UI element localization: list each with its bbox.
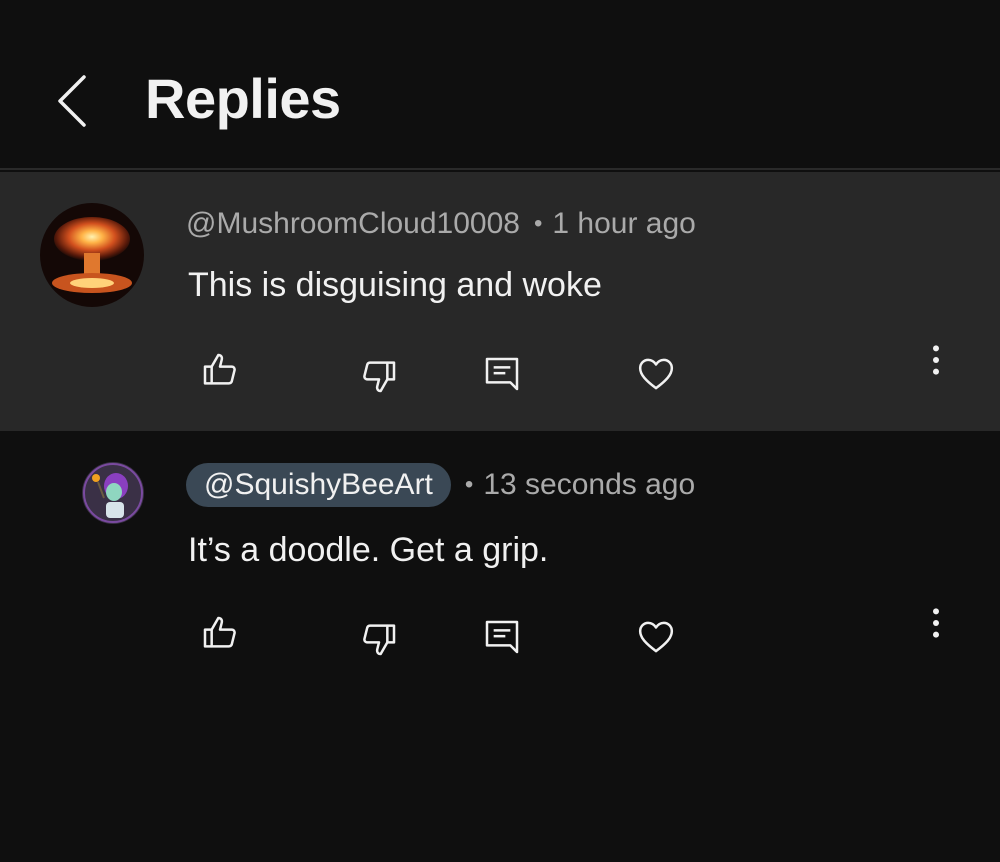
back-button[interactable] [48, 70, 96, 132]
comment-author-chip[interactable]: @SquishyBeeArt [186, 463, 451, 507]
separator-dot: • [533, 210, 543, 237]
comment-author[interactable]: @MushroomCloud10008 [186, 207, 520, 241]
page-title: Replies [145, 67, 341, 130]
thumbs-up-icon [203, 616, 236, 648]
comment-timestamp: 13 seconds ago [483, 468, 696, 501]
header-bar: Replies [0, 0, 1000, 170]
reply-comment-icon [485, 357, 519, 391]
comment-actions [0, 607, 1000, 667]
more-options-button[interactable] [910, 334, 962, 386]
reply-comment-icon [485, 620, 519, 654]
more-vertical-icon [933, 608, 939, 638]
mushroom-cloud-avatar[interactable] [40, 203, 144, 307]
heart-icon [638, 358, 674, 390]
comment-text: It’s a doodle. Get a grip. [188, 531, 549, 569]
like-button[interactable] [194, 344, 246, 396]
reply-comment: @SquishyBeeArt • 13 seconds ago It’s a d… [0, 431, 1000, 691]
reply-button[interactable] [476, 348, 528, 400]
thumbs-up-icon [203, 353, 236, 385]
comment-actions [0, 344, 1000, 404]
thumbs-down-icon [363, 624, 396, 656]
parent-comment: @MushroomCloud10008 • 1 hour ago This is… [0, 172, 1000, 431]
comment-timestamp: 1 hour ago [552, 207, 696, 240]
comment-meta: @MushroomCloud10008 • 1 hour ago [186, 204, 696, 244]
reply-button[interactable] [476, 611, 528, 663]
more-options-button[interactable] [910, 597, 962, 649]
more-vertical-icon [933, 345, 939, 375]
thumbs-down-icon [363, 361, 396, 393]
comment-text: This is disguising and woke [188, 266, 602, 304]
heart-icon [638, 621, 674, 653]
separator-dot: • [464, 471, 474, 498]
dislike-button[interactable] [353, 350, 405, 402]
heart-button[interactable] [630, 611, 682, 663]
dislike-button[interactable] [353, 613, 405, 665]
cartoon-character-avatar[interactable] [82, 462, 144, 524]
like-button[interactable] [194, 607, 246, 659]
heart-button[interactable] [630, 348, 682, 400]
chevron-left-icon [58, 75, 86, 127]
comment-meta: @SquishyBeeArt • 13 seconds ago [186, 463, 695, 507]
